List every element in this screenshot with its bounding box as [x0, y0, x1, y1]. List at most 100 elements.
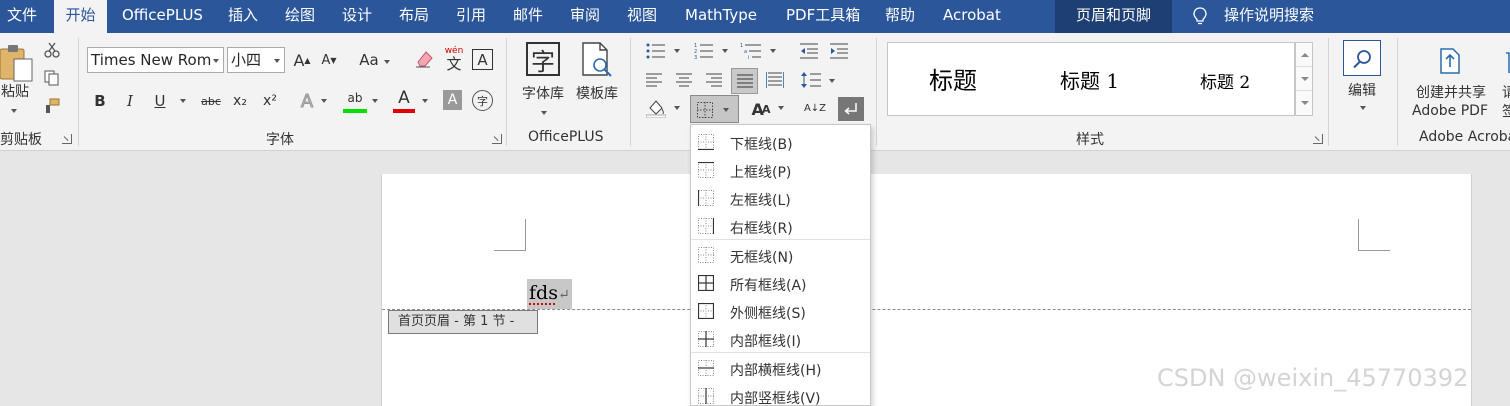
font-size-combobox[interactable]: 小四	[227, 47, 285, 73]
paste-dropdown-arrow[interactable]	[11, 109, 17, 113]
show-hide-marks-button[interactable]	[838, 97, 864, 121]
subscript-button[interactable]: x₂	[229, 90, 251, 112]
italic-button[interactable]: I	[120, 90, 140, 112]
justify-button[interactable]	[731, 68, 758, 94]
tab-pdf-toolbox[interactable]: PDF工具箱	[786, 0, 860, 33]
menu-item-top-border[interactable]: 上框线(P)	[691, 156, 870, 184]
tab-layout[interactable]: 布局	[399, 0, 429, 33]
numbering-icon[interactable]: 123	[694, 42, 714, 60]
underline-dropdown-arrow[interactable]	[180, 99, 186, 103]
distributed-icon[interactable]	[766, 72, 784, 88]
asian-layout-dropdown-arrow[interactable]	[778, 106, 784, 110]
request-sign-line1[interactable]: 请	[1502, 83, 1510, 101]
enclose-characters-icon[interactable]: 字	[472, 90, 493, 111]
editing-dropdown-arrow[interactable]	[1360, 106, 1366, 110]
shrink-font-icon[interactable]: A ▼	[319, 49, 339, 71]
font-color-icon[interactable]: A	[393, 87, 415, 113]
style-title[interactable]: 标题	[929, 61, 977, 96]
tab-file[interactable]: 文件	[0, 0, 44, 33]
tell-me-search[interactable]: 操作说明搜索	[1224, 0, 1314, 33]
find-button[interactable]	[1343, 40, 1381, 76]
superscript-button[interactable]: x²	[259, 90, 281, 112]
highlight-dropdown-arrow[interactable]	[372, 99, 378, 103]
numbering-dropdown-arrow[interactable]	[722, 49, 728, 53]
clipboard-launcher-icon[interactable]	[62, 134, 72, 144]
tab-officeplus[interactable]: OfficePLUS	[122, 0, 203, 33]
font-library-button[interactable]: 字体库	[517, 83, 569, 103]
request-signature-icon[interactable]	[1500, 51, 1510, 75]
bullets-dropdown-arrow[interactable]	[674, 49, 680, 53]
borders-button[interactable]	[690, 95, 739, 123]
style-heading-1[interactable]: 标题 1	[1060, 65, 1119, 94]
tab-insert[interactable]: 插入	[228, 0, 258, 33]
text-effects-dropdown-arrow[interactable]	[321, 99, 327, 103]
tab-header-footer[interactable]: 页眉和页脚	[1055, 0, 1172, 33]
change-case-dropdown-arrow[interactable]	[384, 60, 390, 64]
menu-item-outside-borders[interactable]: 外侧框线(S)	[691, 297, 870, 325]
strikethrough-button[interactable]: abc	[198, 90, 224, 112]
menu-item-inside-vertical-border[interactable]: 内部竖框线(V)	[691, 382, 870, 405]
paste-button[interactable]: 粘贴	[0, 81, 30, 101]
tab-references[interactable]: 引用	[456, 0, 486, 33]
asian-layout-icon[interactable]: AA	[748, 97, 772, 121]
paste-icon[interactable]	[0, 43, 36, 83]
tab-acrobat[interactable]: Acrobat	[943, 0, 1001, 33]
shading-dropdown-arrow[interactable]	[674, 106, 680, 110]
tab-mathtype[interactable]: MathType	[685, 0, 757, 33]
bullets-icon[interactable]	[646, 43, 666, 59]
header-text[interactable]: fds↵	[527, 279, 572, 309]
tab-design[interactable]: 设计	[342, 0, 372, 33]
format-painter-icon[interactable]	[44, 98, 60, 114]
grow-font-icon[interactable]: A ▲	[292, 49, 312, 71]
menu-item-all-borders[interactable]: 所有框线(A)	[691, 269, 870, 297]
template-library-button[interactable]: 模板库	[571, 83, 623, 103]
tab-mailings[interactable]: 邮件	[513, 0, 543, 33]
font-color-dropdown-arrow[interactable]	[422, 99, 428, 103]
template-library-icon[interactable]	[580, 41, 614, 79]
shading-icon[interactable]	[646, 98, 666, 118]
character-border-icon[interactable]: A	[472, 49, 493, 70]
menu-item-left-border[interactable]: 左框线(L)	[691, 184, 870, 212]
tab-home[interactable]: 开始	[54, 0, 107, 33]
decrease-indent-icon[interactable]	[800, 43, 818, 59]
text-effects-icon[interactable]: A	[296, 90, 318, 112]
sort-icon[interactable]: A↓Z	[803, 97, 827, 121]
align-center-icon[interactable]	[676, 73, 692, 87]
line-spacing-icon[interactable]	[801, 71, 821, 89]
cut-icon[interactable]	[44, 42, 60, 58]
character-shading-icon[interactable]: A	[443, 90, 462, 110]
menu-item-right-border[interactable]: 右框线(R)	[691, 212, 870, 240]
multilevel-list-icon[interactable]: 1ai	[740, 42, 762, 60]
styles-scroll-down[interactable]	[1296, 67, 1312, 91]
create-share-pdf-line1[interactable]: 创建并共享	[1409, 83, 1493, 101]
styles-launcher-icon[interactable]	[1313, 134, 1323, 144]
styles-scroll-up[interactable]	[1296, 43, 1312, 67]
multilevel-dropdown-arrow[interactable]	[770, 49, 776, 53]
create-pdf-icon[interactable]	[1438, 45, 1464, 75]
align-right-icon[interactable]	[706, 73, 722, 87]
highlight-color-icon[interactable]: ab	[343, 87, 367, 113]
line-spacing-dropdown-arrow[interactable]	[829, 79, 835, 83]
font-name-combobox[interactable]: Times New Rom	[87, 47, 224, 73]
bold-button[interactable]: B	[90, 90, 110, 112]
menu-item-bottom-border[interactable]: 下框线(B)	[691, 128, 870, 156]
font-library-dropdown-arrow[interactable]	[541, 111, 547, 115]
font-launcher-icon[interactable]	[492, 134, 502, 144]
request-sign-line2[interactable]: 签	[1502, 102, 1510, 120]
copy-icon[interactable]	[44, 70, 60, 86]
tab-view[interactable]: 视图	[627, 0, 657, 33]
tab-draw[interactable]: 绘图	[285, 0, 315, 33]
menu-item-no-border[interactable]: 无框线(N)	[691, 241, 870, 269]
menu-item-inside-borders[interactable]: 内部框线(I)	[691, 325, 870, 353]
tab-review[interactable]: 审阅	[570, 0, 600, 33]
phonetic-guide-icon[interactable]: wén 文	[443, 45, 465, 73]
menu-item-inside-horizontal-border[interactable]: 内部横框线(H)	[691, 354, 870, 382]
tab-help[interactable]: 帮助	[885, 0, 915, 33]
editing-button[interactable]: 编辑	[1339, 80, 1385, 100]
create-share-pdf-line2[interactable]: Adobe PDF	[1407, 102, 1493, 120]
style-heading-2[interactable]: 标题 2	[1200, 68, 1250, 93]
increase-indent-icon[interactable]	[830, 43, 848, 59]
font-library-icon[interactable]: 字	[526, 42, 560, 76]
clear-formatting-icon[interactable]	[414, 50, 434, 68]
underline-button[interactable]: U	[150, 90, 170, 112]
